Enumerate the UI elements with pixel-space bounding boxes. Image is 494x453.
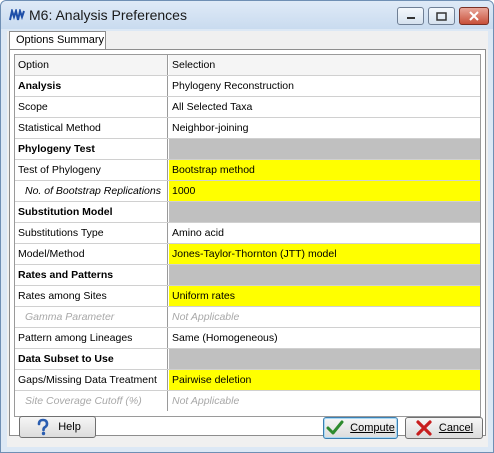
model-method-select[interactable]: Jones-Taylor-Thornton (JTT) model xyxy=(169,244,480,264)
maximize-button[interactable] xyxy=(428,7,455,25)
table-row: Pattern among Lineages Same (Homogeneous… xyxy=(15,328,480,349)
tab-options-summary[interactable]: Options Summary xyxy=(9,31,106,50)
section-label: Rates and Patterns xyxy=(15,265,168,285)
selection-value: All Selected Taxa xyxy=(172,101,253,113)
table-row: Substitutions Type Amino acid xyxy=(15,223,480,244)
compute-button[interactable]: Compute xyxy=(323,417,398,439)
section-row: Substitution Model xyxy=(15,202,480,223)
table-row[interactable]: Model/Method Jones-Taylor-Thornton (JTT)… xyxy=(15,244,480,265)
option-label: Site Coverage Cutoff (%) xyxy=(15,391,168,411)
section-fill xyxy=(169,202,480,222)
table-row: Statistical Method Neighbor-joining xyxy=(15,118,480,139)
table-row[interactable]: Test of Phylogeny Bootstrap method xyxy=(15,160,480,181)
analysis-preferences-window: M6: Analysis Preferences Options Summary… xyxy=(0,0,494,453)
window-title: M6: Analysis Preferences xyxy=(29,7,187,23)
table-row[interactable]: Rates among Sites Uniform rates xyxy=(15,286,480,307)
table-row: Site Coverage Cutoff (%) Not Applicable xyxy=(15,391,480,412)
selection-value: Neighbor-joining xyxy=(172,122,249,134)
selection-value: Not Applicable xyxy=(172,395,240,407)
section-row: Phylogeny Test xyxy=(15,139,480,160)
title-bar[interactable]: M6: Analysis Preferences xyxy=(1,1,493,29)
rates-among-sites-select[interactable]: Uniform rates xyxy=(169,286,480,306)
compute-button-label: Compute xyxy=(350,422,395,434)
section-label: Data Subset to Use xyxy=(15,349,168,369)
section-label: Substitution Model xyxy=(15,202,168,222)
option-label: No. of Bootstrap Replications xyxy=(15,181,168,201)
section-row: Data Subset to Use xyxy=(15,349,480,370)
grid-header-row: Option Selection xyxy=(15,55,480,76)
cancel-button[interactable]: Cancel xyxy=(405,417,483,439)
section-fill xyxy=(169,139,480,159)
checkmark-icon xyxy=(326,420,344,435)
selection-value: Not Applicable xyxy=(172,311,240,323)
minimize-icon xyxy=(406,17,415,19)
table-row[interactable]: Gaps/Missing Data Treatment Pairwise del… xyxy=(15,370,480,391)
section-fill xyxy=(169,265,480,285)
dialog-client-area: Options Summary Option Selection Analysi… xyxy=(7,31,488,447)
test-of-phylogeny-select[interactable]: Bootstrap method xyxy=(169,160,480,180)
option-label: Rates among Sites xyxy=(15,286,168,306)
help-icon xyxy=(37,418,49,436)
options-summary-panel: Option Selection Analysis Phylogeny Reco… xyxy=(9,49,486,436)
options-grid: Option Selection Analysis Phylogeny Reco… xyxy=(14,54,481,417)
table-row: Scope All Selected Taxa xyxy=(15,97,480,118)
close-icon xyxy=(469,11,479,21)
selection-value: Same (Homogeneous) xyxy=(172,332,278,344)
help-button[interactable]: Help xyxy=(19,416,96,438)
maximize-icon xyxy=(436,11,447,21)
section-fill xyxy=(169,349,480,369)
option-label: Gaps/Missing Data Treatment xyxy=(15,370,168,390)
help-button-label: Help xyxy=(58,421,81,433)
cancel-button-label: Cancel xyxy=(438,422,474,434)
bootstrap-replications-input[interactable]: 1000 xyxy=(169,181,480,201)
table-row: Analysis Phylogeny Reconstruction xyxy=(15,76,480,97)
option-label: Model/Method xyxy=(15,244,168,264)
section-row: Rates and Patterns xyxy=(15,265,480,286)
close-button[interactable] xyxy=(459,7,489,25)
cancel-x-icon xyxy=(416,420,432,436)
option-label: Pattern among Lineages xyxy=(15,328,168,348)
selection-value: Amino acid xyxy=(172,227,224,239)
minimize-button[interactable] xyxy=(397,7,424,25)
option-label: Statistical Method xyxy=(15,118,168,138)
table-row: Gamma Parameter Not Applicable xyxy=(15,307,480,328)
option-column-header: Option xyxy=(15,55,168,75)
option-label: Scope xyxy=(15,97,168,117)
selection-value: Phylogeny Reconstruction xyxy=(172,80,294,92)
gaps-missing-data-select[interactable]: Pairwise deletion xyxy=(169,370,480,390)
option-label: Gamma Parameter xyxy=(15,307,168,327)
table-row[interactable]: No. of Bootstrap Replications 1000 xyxy=(15,181,480,202)
option-label: Analysis xyxy=(15,76,168,96)
option-label: Substitutions Type xyxy=(15,223,168,243)
section-label: Phylogeny Test xyxy=(15,139,168,159)
option-label: Test of Phylogeny xyxy=(15,160,168,180)
selection-column-header: Selection xyxy=(169,55,480,75)
mega-app-icon xyxy=(9,9,25,21)
